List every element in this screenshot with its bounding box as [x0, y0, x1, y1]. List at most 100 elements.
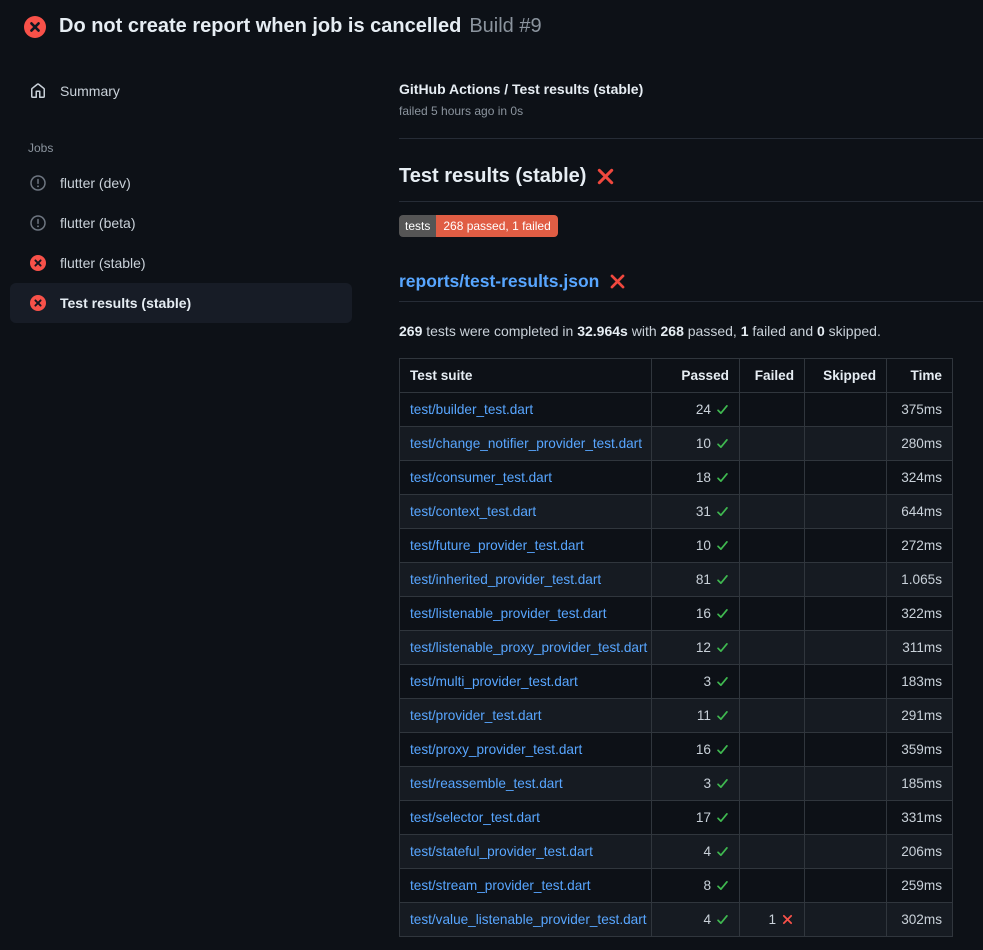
build-number: Build #9: [469, 15, 541, 37]
passed-cell: 4: [652, 903, 740, 937]
failed-cell: [740, 869, 805, 903]
sidebar-item-summary[interactable]: Summary: [10, 71, 352, 111]
table-header-cell: Test suite: [400, 359, 652, 393]
table-row: test/consumer_test.dart18324ms: [400, 461, 953, 495]
suite-link[interactable]: test/stateful_provider_test.dart: [410, 844, 593, 859]
suite-link[interactable]: test/consumer_test.dart: [410, 470, 552, 485]
neutral-status-icon: [30, 175, 46, 191]
failed-cell: [740, 767, 805, 801]
suite-link[interactable]: test/inherited_provider_test.dart: [410, 572, 601, 587]
failed-cell: [740, 835, 805, 869]
failed-cell: [740, 597, 805, 631]
table-row: test/listenable_proxy_provider_test.dart…: [400, 631, 953, 665]
suite-link[interactable]: test/proxy_provider_test.dart: [410, 742, 582, 757]
skipped-cell: [805, 869, 887, 903]
job-label: flutter (dev): [60, 175, 131, 191]
check-icon: [716, 539, 729, 552]
check-icon: [716, 471, 729, 484]
suite-cell: test/context_test.dart: [400, 495, 652, 529]
check-icon: [716, 403, 729, 416]
table-row: test/context_test.dart31644ms: [400, 495, 953, 529]
suite-cell: test/inherited_provider_test.dart: [400, 563, 652, 597]
check-icon: [716, 913, 729, 926]
suite-link[interactable]: test/stream_provider_test.dart: [410, 878, 591, 893]
check-icon: [716, 777, 729, 790]
build-header: Do not create report when job is cancell…: [0, 0, 983, 51]
skipped-cell: [805, 631, 887, 665]
results-table: Test suitePassedFailedSkippedTime test/b…: [399, 358, 953, 937]
failed-cell: [740, 393, 805, 427]
passed-cell: 4: [652, 835, 740, 869]
check-icon: [716, 607, 729, 620]
time-cell: 375ms: [887, 393, 953, 427]
check-icon: [716, 845, 729, 858]
suite-link[interactable]: test/reassemble_test.dart: [410, 776, 563, 791]
passed-cell: 12: [652, 631, 740, 665]
suite-link[interactable]: test/change_notifier_provider_test.dart: [410, 436, 642, 451]
table-row: test/listenable_provider_test.dart16322m…: [400, 597, 953, 631]
failed-cell: [740, 631, 805, 665]
build-title: Do not create report when job is cancell…: [59, 15, 461, 37]
suite-link[interactable]: test/multi_provider_test.dart: [410, 674, 578, 689]
tests-badge: tests 268 passed, 1 failed: [399, 215, 558, 237]
passed-cell: 10: [652, 529, 740, 563]
suite-link[interactable]: test/provider_test.dart: [410, 708, 541, 723]
suite-link[interactable]: test/context_test.dart: [410, 504, 536, 519]
failed-cell: [740, 461, 805, 495]
suite-link[interactable]: test/selector_test.dart: [410, 810, 540, 825]
skipped-cell: [805, 461, 887, 495]
summary-segment: 268: [661, 323, 684, 339]
suite-cell: test/proxy_provider_test.dart: [400, 733, 652, 767]
skipped-cell: [805, 529, 887, 563]
suite-link[interactable]: test/future_provider_test.dart: [410, 538, 584, 553]
summary-segment: 269: [399, 323, 422, 339]
suite-link[interactable]: test/listenable_proxy_provider_test.dart: [410, 640, 647, 655]
suite-cell: test/value_listenable_provider_test.dart: [400, 903, 652, 937]
check-title-text: Test results (stable): [399, 165, 586, 188]
jobs-list: flutter (dev) flutter (beta)flutter (stab…: [0, 163, 399, 323]
failed-cell: 1: [740, 903, 805, 937]
summary-text: 269 tests were completed in 32.964s with…: [399, 323, 983, 339]
report-link[interactable]: reports/test-results.json: [399, 271, 599, 292]
time-cell: 331ms: [887, 801, 953, 835]
sidebar-job-item-3[interactable]: Test results (stable): [10, 283, 352, 323]
time-cell: 185ms: [887, 767, 953, 801]
sidebar-job-item-0[interactable]: flutter (dev): [10, 163, 352, 203]
suite-cell: test/stateful_provider_test.dart: [400, 835, 652, 869]
passed-cell: 16: [652, 597, 740, 631]
suite-link[interactable]: test/builder_test.dart: [410, 402, 533, 417]
failed-cell: [740, 699, 805, 733]
sidebar-job-item-2[interactable]: flutter (stable): [10, 243, 352, 283]
page-title: Do not create report when job is cancell…: [59, 15, 542, 38]
table-header-cell: Failed: [740, 359, 805, 393]
neutral-status-icon: [30, 215, 46, 231]
summary-segment: tests were completed in: [422, 323, 577, 339]
suite-cell: test/selector_test.dart: [400, 801, 652, 835]
table-row: test/change_notifier_provider_test.dart1…: [400, 427, 953, 461]
suite-cell: test/reassemble_test.dart: [400, 767, 652, 801]
sidebar: Summary Jobs flutter (dev) flutter (beta)…: [0, 51, 399, 323]
suite-cell: test/builder_test.dart: [400, 393, 652, 427]
failed-status-icon: [30, 255, 46, 271]
failed-cell: [740, 665, 805, 699]
passed-cell: 11: [652, 699, 740, 733]
suite-link[interactable]: test/listenable_provider_test.dart: [410, 606, 606, 621]
skipped-cell: [805, 665, 887, 699]
sidebar-job-item-1[interactable]: flutter (beta): [10, 203, 352, 243]
check-icon: [716, 811, 729, 824]
time-cell: 259ms: [887, 869, 953, 903]
suite-link[interactable]: test/value_listenable_provider_test.dart: [410, 912, 647, 927]
time-cell: 302ms: [887, 903, 953, 937]
jobs-section-label: Jobs: [28, 141, 399, 155]
suite-cell: test/provider_test.dart: [400, 699, 652, 733]
home-icon: [30, 83, 46, 99]
table-row: test/proxy_provider_test.dart16359ms: [400, 733, 953, 767]
failed-cell: [740, 495, 805, 529]
time-cell: 272ms: [887, 529, 953, 563]
skipped-cell: [805, 835, 887, 869]
job-label: Test results (stable): [60, 295, 191, 311]
table-header-row: Test suitePassedFailedSkippedTime: [400, 359, 953, 393]
time-cell: 280ms: [887, 427, 953, 461]
summary-segment: failed and: [749, 323, 818, 339]
check-icon: [716, 709, 729, 722]
